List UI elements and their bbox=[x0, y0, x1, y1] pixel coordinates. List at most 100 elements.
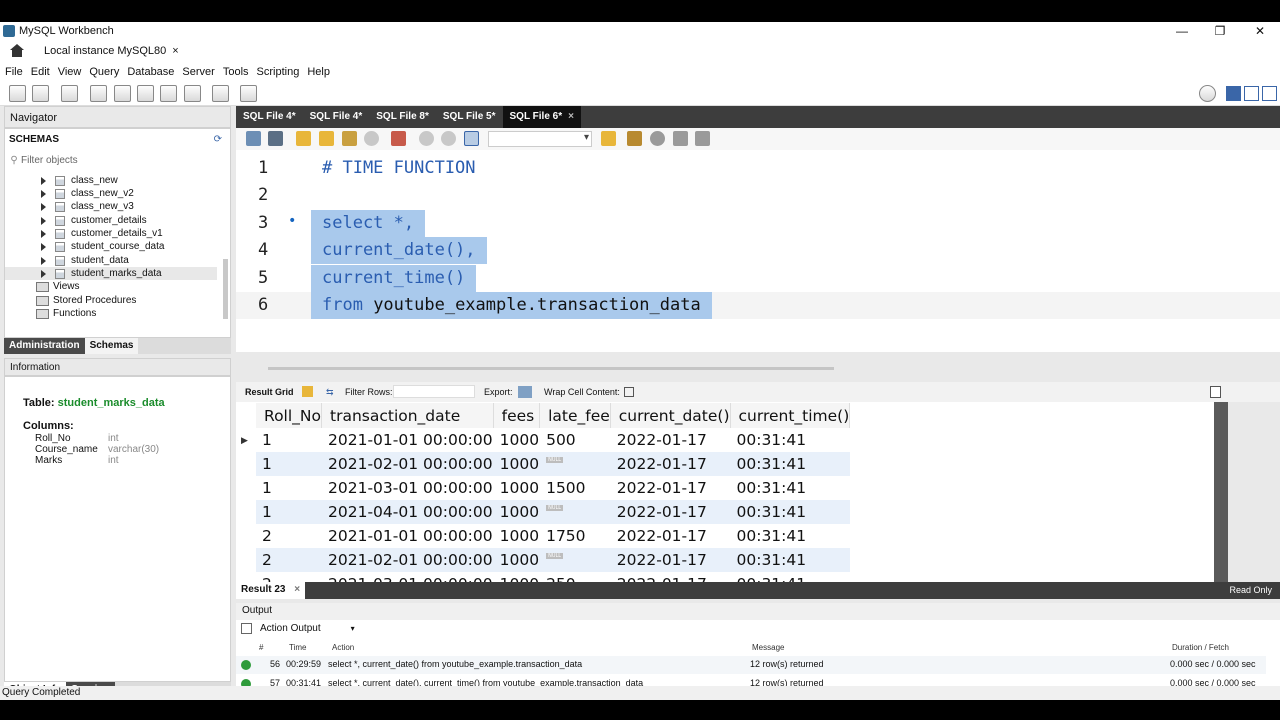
tree-folder-functions[interactable]: Functions bbox=[36, 307, 248, 320]
cell[interactable]: 250 bbox=[540, 572, 611, 582]
cell[interactable]: 2 bbox=[256, 548, 322, 572]
connection-tab[interactable]: Local instance MySQL80 × bbox=[44, 45, 179, 57]
col-header-roll-no[interactable]: Roll_No bbox=[256, 403, 322, 428]
menu-server[interactable]: Server bbox=[182, 66, 214, 78]
expand-icon[interactable] bbox=[41, 229, 47, 238]
cell[interactable]: 500 bbox=[540, 428, 611, 452]
tab-result-23[interactable]: Result 23 × bbox=[236, 582, 306, 599]
menu-edit[interactable]: Edit bbox=[31, 66, 50, 78]
cell[interactable]: 2021-02-01 00:00:00 bbox=[321, 548, 494, 572]
grid-icon[interactable] bbox=[302, 386, 313, 397]
cell[interactable]: 2022-01-17 bbox=[610, 428, 730, 452]
search-table-data-icon[interactable] bbox=[212, 85, 229, 102]
expand-icon[interactable] bbox=[41, 189, 47, 198]
cell[interactable]: 2022-01-17 bbox=[610, 476, 730, 500]
cell[interactable]: 00:31:41 bbox=[730, 452, 850, 476]
tree-table-class-new-v3[interactable]: class_new_v3 bbox=[41, 200, 253, 213]
create-view-icon[interactable] bbox=[137, 85, 154, 102]
cell[interactable]: 1000 bbox=[493, 524, 539, 548]
result-grid[interactable]: ▶ Roll_No transaction_date fees late_fee… bbox=[236, 402, 1214, 582]
cell[interactable]: 2022-01-17 bbox=[610, 452, 730, 476]
tree-table-class-new[interactable]: class_new bbox=[41, 174, 253, 187]
cell[interactable]: 2022-01-17 bbox=[610, 572, 730, 582]
open-file-icon[interactable] bbox=[246, 131, 261, 146]
cell[interactable]: 2021-03-01 00:00:00 bbox=[322, 572, 494, 582]
cell[interactable]: 1000 bbox=[493, 548, 540, 572]
toggle-secondary-sidebar-icon[interactable] bbox=[1262, 86, 1277, 101]
tree-table-student-marks-data[interactable]: student_marks_data bbox=[5, 267, 217, 280]
menu-query[interactable]: Query bbox=[89, 66, 119, 78]
new-sql-tab-icon[interactable] bbox=[9, 85, 26, 102]
cell[interactable]: 2021-01-01 00:00:00 bbox=[322, 524, 494, 548]
col-header-transaction-date[interactable]: transaction_date bbox=[321, 403, 494, 428]
editor-horizontal-scrollbar[interactable] bbox=[268, 367, 834, 370]
stop-icon[interactable] bbox=[364, 131, 379, 146]
expand-icon[interactable] bbox=[41, 256, 47, 265]
result-grid-side-icon[interactable] bbox=[1210, 386, 1221, 398]
rollback-icon[interactable] bbox=[441, 131, 456, 146]
tree-table-customer-details-v1[interactable]: customer_details_v1 bbox=[41, 227, 253, 240]
cell[interactable]: 1 bbox=[256, 476, 322, 500]
cell[interactable]: 1000 bbox=[493, 452, 540, 476]
expand-icon[interactable] bbox=[41, 242, 47, 251]
cell[interactable]: 1000 bbox=[493, 572, 539, 582]
cell[interactable]: 1 bbox=[256, 500, 322, 524]
autocommit-icon[interactable] bbox=[464, 131, 479, 146]
create-procedure-icon[interactable] bbox=[160, 85, 177, 102]
col-header-current-date[interactable]: current_date() bbox=[610, 403, 731, 428]
menu-tools[interactable]: Tools bbox=[223, 66, 249, 78]
reconnect-icon[interactable] bbox=[240, 85, 257, 102]
connection-tab-close-icon[interactable]: × bbox=[172, 45, 178, 57]
cell[interactable]: 1500 bbox=[540, 476, 611, 500]
table-row[interactable]: 1 2021-03-01 00:00:00 1000 1500 2022-01-… bbox=[256, 476, 850, 500]
minimize-button[interactable]: — bbox=[1162, 22, 1202, 40]
copy-icon[interactable] bbox=[241, 623, 252, 634]
table-row[interactable]: 2 2021-01-01 00:00:00 1000 1750 2022-01-… bbox=[256, 524, 850, 548]
tree-table-customer-details[interactable]: customer_details bbox=[41, 214, 253, 227]
cell[interactable]: 00:31:41 bbox=[730, 428, 850, 452]
expand-icon[interactable] bbox=[41, 202, 47, 211]
tree-table-student-data[interactable]: student_data bbox=[41, 254, 253, 267]
close-button[interactable]: ✕ bbox=[1240, 22, 1280, 40]
table-row[interactable]: 2 2021-02-01 00:00:00 1000 NULL 2022-01-… bbox=[256, 548, 850, 572]
save-icon[interactable] bbox=[268, 131, 283, 146]
table-row[interactable]: 1 2021-02-01 00:00:00 1000 NULL 2022-01-… bbox=[256, 452, 850, 476]
inspector-icon[interactable] bbox=[61, 85, 78, 102]
cell[interactable]: 2022-01-17 bbox=[610, 500, 730, 524]
cell[interactable]: 2021-01-01 00:00:00 bbox=[322, 428, 494, 452]
export-icon[interactable] bbox=[518, 386, 532, 398]
tab-close-icon[interactable]: × bbox=[568, 111, 574, 122]
table-row[interactable]: 1 2021-01-01 00:00:00 1000 500 2022-01-1… bbox=[256, 428, 850, 452]
toggle-output-icon[interactable] bbox=[1244, 86, 1259, 101]
table-row[interactable]: 2 2021-03-01 00:00:00 1000 250 2022-01-1… bbox=[256, 572, 850, 582]
filter-objects-input[interactable]: ⚲ Filter objects bbox=[7, 151, 228, 169]
cell[interactable]: 00:31:41 bbox=[730, 476, 850, 500]
cell[interactable]: 2 bbox=[256, 524, 322, 548]
result-grid-button[interactable]: Result Grid bbox=[245, 387, 294, 397]
cell[interactable]: 2021-02-01 00:00:00 bbox=[321, 452, 494, 476]
commit-icon[interactable] bbox=[419, 131, 434, 146]
menu-help[interactable]: Help bbox=[307, 66, 330, 78]
col-header-late-fee[interactable]: late_fee bbox=[539, 403, 611, 428]
expand-icon[interactable] bbox=[41, 269, 47, 278]
add-snippet-icon[interactable] bbox=[601, 131, 616, 146]
tree-table-class-new-v2[interactable]: class_new_v2 bbox=[41, 187, 253, 200]
expand-icon[interactable] bbox=[41, 176, 47, 185]
cell[interactable]: 1750 bbox=[540, 524, 611, 548]
wrap-cell-icon[interactable] bbox=[624, 387, 634, 397]
cell[interactable]: 1 bbox=[256, 452, 322, 476]
result-grid-scrollbar[interactable] bbox=[1214, 402, 1228, 582]
toggle-sidebar-icon[interactable] bbox=[1226, 86, 1241, 101]
execute-current-icon[interactable] bbox=[319, 131, 334, 146]
tab-sql-file-4a[interactable]: SQL File 4* bbox=[236, 106, 303, 128]
chevron-down-icon[interactable]: ▾ bbox=[351, 624, 355, 633]
create-schema-icon[interactable] bbox=[90, 85, 107, 102]
cell[interactable]: NULL bbox=[539, 452, 611, 476]
open-sql-script-icon[interactable] bbox=[32, 85, 49, 102]
cell[interactable]: 00:31:41 bbox=[730, 524, 850, 548]
tab-sql-file-8[interactable]: SQL File 8* bbox=[369, 106, 436, 128]
sql-editor[interactable]: 1 # TIME FUNCTION 2 3 • select *, 4 curr… bbox=[236, 150, 1280, 352]
menu-scripting[interactable]: Scripting bbox=[257, 66, 300, 78]
create-table-icon[interactable] bbox=[114, 85, 131, 102]
limit-rows-select[interactable] bbox=[488, 131, 592, 147]
